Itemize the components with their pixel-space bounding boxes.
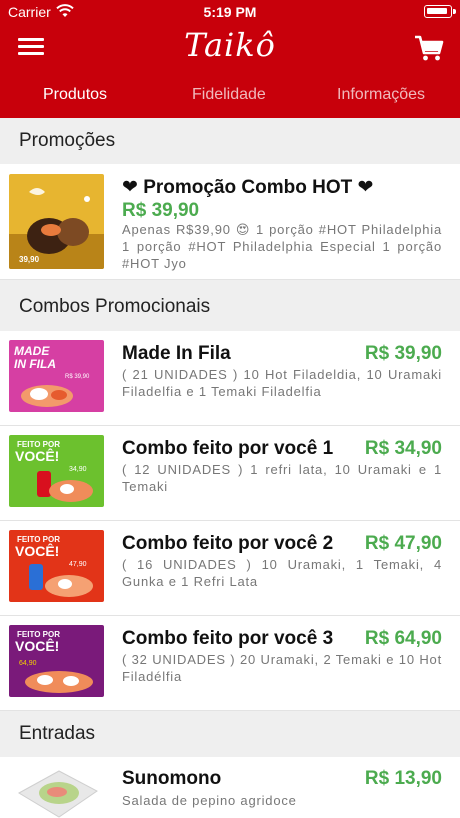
tab-bar: Produtos Fidelidade Informações <box>0 76 460 116</box>
product-title: Combo feito por você 1 <box>122 438 334 459</box>
product-title: Sunomono <box>122 768 222 789</box>
section-title: Entradas <box>19 723 96 744</box>
section-header-promocoes: Promoções <box>0 118 460 164</box>
product-price: R$ 47,90 <box>364 533 442 554</box>
thumb-price: 64,90 <box>19 660 37 667</box>
thumb-label: VOCÊ! <box>15 447 59 464</box>
product-image <box>9 765 104 818</box>
thumb-label: MADE <box>14 344 50 358</box>
product-row-made-in-fila[interactable]: MADE IN FILA R$ 39,90 Made In Fila R$ 39… <box>0 331 460 426</box>
clock: 5:19 PM <box>203 4 257 20</box>
section-header-combos: Combos Promocionais <box>0 284 460 330</box>
battery-icon <box>424 5 452 18</box>
section-title: Promoções <box>19 130 116 151</box>
product-row-combo-1[interactable]: FEITO POR VOCÊ! 34,90 Combo feito por vo… <box>0 426 460 521</box>
product-row-sunomono[interactable]: Sunomono R$ 13,90 Salada de pepino agrid… <box>0 757 460 818</box>
product-price: R$ 39,90 <box>364 343 442 364</box>
product-title: Combo feito por você 2 <box>122 533 334 554</box>
product-row-promo-combo-hot[interactable]: 39,90 ❤ Promoção Combo HOT ❤ R$ 39,90 Ap… <box>0 164 460 280</box>
product-row-combo-3[interactable]: FEITO POR VOCÊ! 64,90 Combo feito por vo… <box>0 616 460 711</box>
product-title: Combo feito por você 3 <box>122 628 334 649</box>
product-image: FEITO POR VOCÊ! 47,90 <box>9 530 104 602</box>
product-image: MADE IN FILA R$ 39,90 <box>9 340 104 412</box>
product-description: ( 16 UNIDADES ) 10 Uramaki, 1 Temaki, 4 … <box>122 557 442 589</box>
thumb-price: 34,90 <box>69 466 87 473</box>
battery-tip <box>453 9 456 14</box>
thumb-label: VOCÊ! <box>15 542 59 559</box>
tab-produtos[interactable]: Produtos <box>43 86 107 104</box>
product-image: 39,90 <box>9 174 104 269</box>
section-title: Combos Promocionais <box>19 296 211 317</box>
promo-thumb-price: 39,90 <box>19 255 40 264</box>
product-description: Salada de pepino agridoce <box>122 793 297 808</box>
product-price: R$ 13,90 <box>364 768 442 789</box>
product-price: R$ 39,90 <box>122 200 200 221</box>
product-image: FEITO POR VOCÊ! 64,90 <box>9 625 104 697</box>
product-description: ( 12 UNIDADES ) 1 refri lata, 10 Uramaki… <box>122 462 442 494</box>
product-description: ( 21 UNIDADES ) 10 Hot Filadeldia, 10 Ur… <box>122 367 442 399</box>
navbar: Taikô <box>0 24 460 70</box>
product-description: Apenas R$39,90 😍 1 porção #HOT Philadelp… <box>122 222 442 271</box>
product-price: R$ 34,90 <box>364 438 442 459</box>
product-price: R$ 64,90 <box>364 628 442 649</box>
product-title: Made In Fila <box>122 343 231 364</box>
product-image: FEITO POR VOCÊ! 34,90 <box>9 435 104 507</box>
shopping-cart-icon[interactable] <box>414 34 444 62</box>
thumb-price: R$ 39,90 <box>65 374 90 380</box>
app-header: Carrier 5:19 PM Taikô Produtos Fidelidad… <box>0 0 460 118</box>
thumb-label: IN FILA <box>14 357 56 371</box>
status-bar: Carrier 5:19 PM <box>0 0 460 24</box>
tab-fidelidade[interactable]: Fidelidade <box>192 86 266 104</box>
product-description: ( 32 UNIDADES ) 20 Uramaki, 2 Temaki e 1… <box>122 652 442 684</box>
product-title: ❤ Promoção Combo HOT ❤ <box>122 177 374 198</box>
section-header-entradas: Entradas <box>0 711 460 757</box>
tab-informacoes[interactable]: Informações <box>337 86 425 104</box>
product-row-combo-2[interactable]: FEITO POR VOCÊ! 47,90 Combo feito por vo… <box>0 521 460 616</box>
thumb-price: 47,90 <box>69 561 87 568</box>
thumb-label: VOCÊ! <box>15 637 59 654</box>
app-logo: Taikô <box>184 26 276 64</box>
